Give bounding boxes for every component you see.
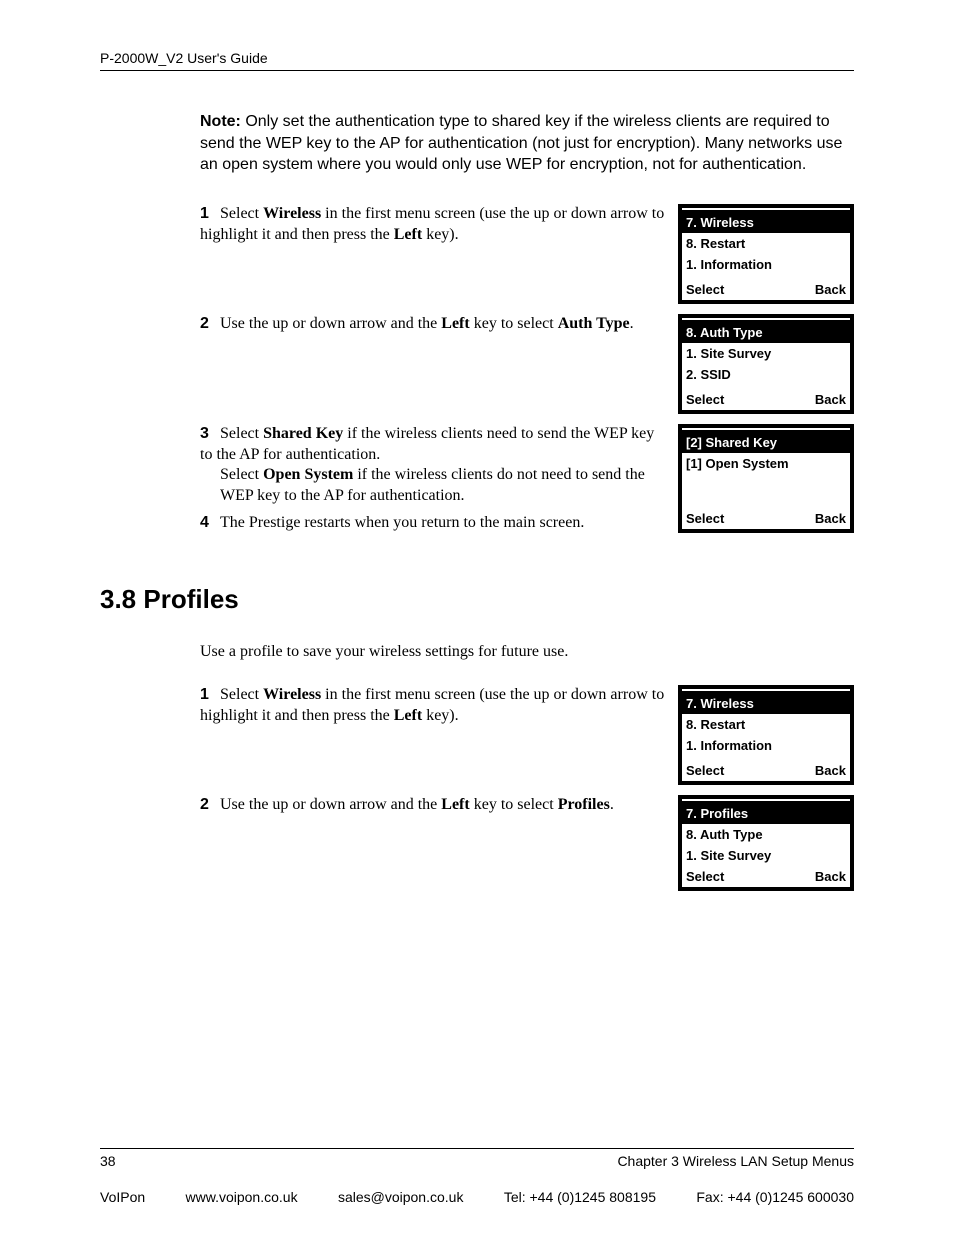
softkey-left: Select [686, 392, 724, 407]
softkey-right: Back [815, 392, 846, 407]
softkey-right: Back [815, 763, 846, 778]
note-label: Note: [200, 113, 241, 130]
step-row: 3Select Shared Key if the wireless clien… [200, 424, 854, 534]
screen-selected-row: [2] Shared Key [682, 432, 850, 453]
screen-footer: Select Back [682, 508, 850, 529]
text-fragment: key to select [470, 796, 558, 813]
page: P-2000W_V2 User's Guide Note: Only set t… [0, 0, 954, 1235]
footer-fax: Fax: +44 (0)1245 600030 [696, 1189, 854, 1205]
footer-company: VoIPon [100, 1189, 145, 1205]
step-number: 2 [200, 795, 216, 816]
screen-row: 1. Information [682, 735, 850, 756]
text-fragment: The Prestige restarts when you return to… [220, 514, 584, 531]
step-text: 1Select Wireless in the first menu scree… [200, 685, 678, 727]
step-row: 1Select Wireless in the first menu scree… [200, 204, 854, 304]
text-fragment: Select [220, 205, 263, 222]
step-number: 1 [200, 685, 216, 706]
text-fragment: key). [422, 226, 458, 243]
device-screen: 7. Profiles 8. Auth Type 1. Site Survey … [678, 795, 854, 891]
bold-term: Open System [263, 466, 353, 483]
softkey-left: Select [686, 511, 724, 526]
screen-selected-row: 8. Auth Type [682, 322, 850, 343]
softkey-right: Back [815, 282, 846, 297]
section-heading: 3.8 Profiles [100, 584, 854, 615]
softkey-left: Select [686, 282, 724, 297]
page-number: 38 [100, 1153, 116, 1169]
text-fragment: . [630, 315, 634, 332]
bold-term: Auth Type [558, 315, 630, 332]
screen-row: 1. Information [682, 254, 850, 275]
screen-selected-row: 7. Wireless [682, 212, 850, 233]
text-fragment: Select [220, 466, 263, 483]
screen-footer: Select Back [682, 760, 850, 781]
screen-row: 8. Restart [682, 233, 850, 254]
softkey-right: Back [815, 511, 846, 526]
step-number: 1 [200, 204, 216, 225]
screen-footer: Select Back [682, 389, 850, 410]
bold-term: Left [394, 226, 422, 243]
footer-contact: VoIPon www.voipon.co.uk sales@voipon.co.… [100, 1189, 854, 1205]
page-header: P-2000W_V2 User's Guide [100, 50, 854, 71]
screen-row: 1. Site Survey [682, 343, 850, 364]
screen-row: 2. SSID [682, 364, 850, 385]
step-number: 2 [200, 314, 216, 335]
step-row: 2Use the up or down arrow and the Left k… [200, 795, 854, 891]
step-number: 3 [200, 424, 216, 445]
device-screen: 7. Wireless 8. Restart 1. Information Se… [678, 685, 854, 785]
screen-row: 8. Restart [682, 714, 850, 735]
step-row: 1Select Wireless in the first menu scree… [200, 685, 854, 785]
screen-row: [1] Open System [682, 453, 850, 474]
screen-selected-row: 7. Profiles [682, 803, 850, 824]
text-fragment: Select [220, 425, 263, 442]
footer-web: www.voipon.co.uk [186, 1189, 298, 1205]
footer-email: sales@voipon.co.uk [338, 1189, 464, 1205]
step-text: 2Use the up or down arrow and the Left k… [200, 314, 678, 335]
note-block: Note: Only set the authentication type t… [200, 111, 854, 176]
text-fragment: . [610, 796, 614, 813]
chapter-label: Chapter 3 Wireless LAN Setup Menus [617, 1153, 854, 1169]
bold-term: Wireless [263, 205, 321, 222]
device-screen: 8. Auth Type 1. Site Survey 2. SSID Sele… [678, 314, 854, 414]
page-footer: 38 Chapter 3 Wireless LAN Setup Menus Vo… [100, 1148, 854, 1205]
softkey-left: Select [686, 763, 724, 778]
softkey-right: Back [815, 869, 846, 884]
screen-row: 8. Auth Type [682, 824, 850, 845]
step-row: 2Use the up or down arrow and the Left k… [200, 314, 854, 414]
device-screen: [2] Shared Key [1] Open System Select Ba… [678, 424, 854, 533]
softkey-left: Select [686, 869, 724, 884]
screen-footer: Select Back [682, 279, 850, 300]
screen-selected-row: 7. Wireless [682, 693, 850, 714]
step-text: 3Select Shared Key if the wireless clien… [200, 424, 678, 534]
note-text: Only set the authentication type to shar… [200, 113, 842, 173]
screen-row: 1. Site Survey [682, 845, 850, 866]
bold-term: Shared Key [263, 425, 343, 442]
device-screen: 7. Wireless 8. Restart 1. Information Se… [678, 204, 854, 304]
step-text: 2Use the up or down arrow and the Left k… [200, 795, 678, 816]
step-text: 1Select Wireless in the first menu scree… [200, 204, 678, 246]
profiles-intro: Use a profile to save your wireless sett… [200, 643, 854, 661]
bold-term: Left [441, 796, 469, 813]
bold-term: Profiles [558, 796, 610, 813]
bold-term: Left [394, 707, 422, 724]
bold-term: Wireless [263, 686, 321, 703]
text-fragment: Select [220, 686, 263, 703]
text-fragment: key to select [470, 315, 558, 332]
text-fragment: Use the up or down arrow and the [220, 315, 441, 332]
step-number: 4 [200, 513, 216, 534]
footer-tel: Tel: +44 (0)1245 808195 [504, 1189, 656, 1205]
text-fragment: Use the up or down arrow and the [220, 796, 441, 813]
bold-term: Left [441, 315, 469, 332]
text-fragment: key). [422, 707, 458, 724]
screen-footer: Select Back [682, 866, 850, 887]
